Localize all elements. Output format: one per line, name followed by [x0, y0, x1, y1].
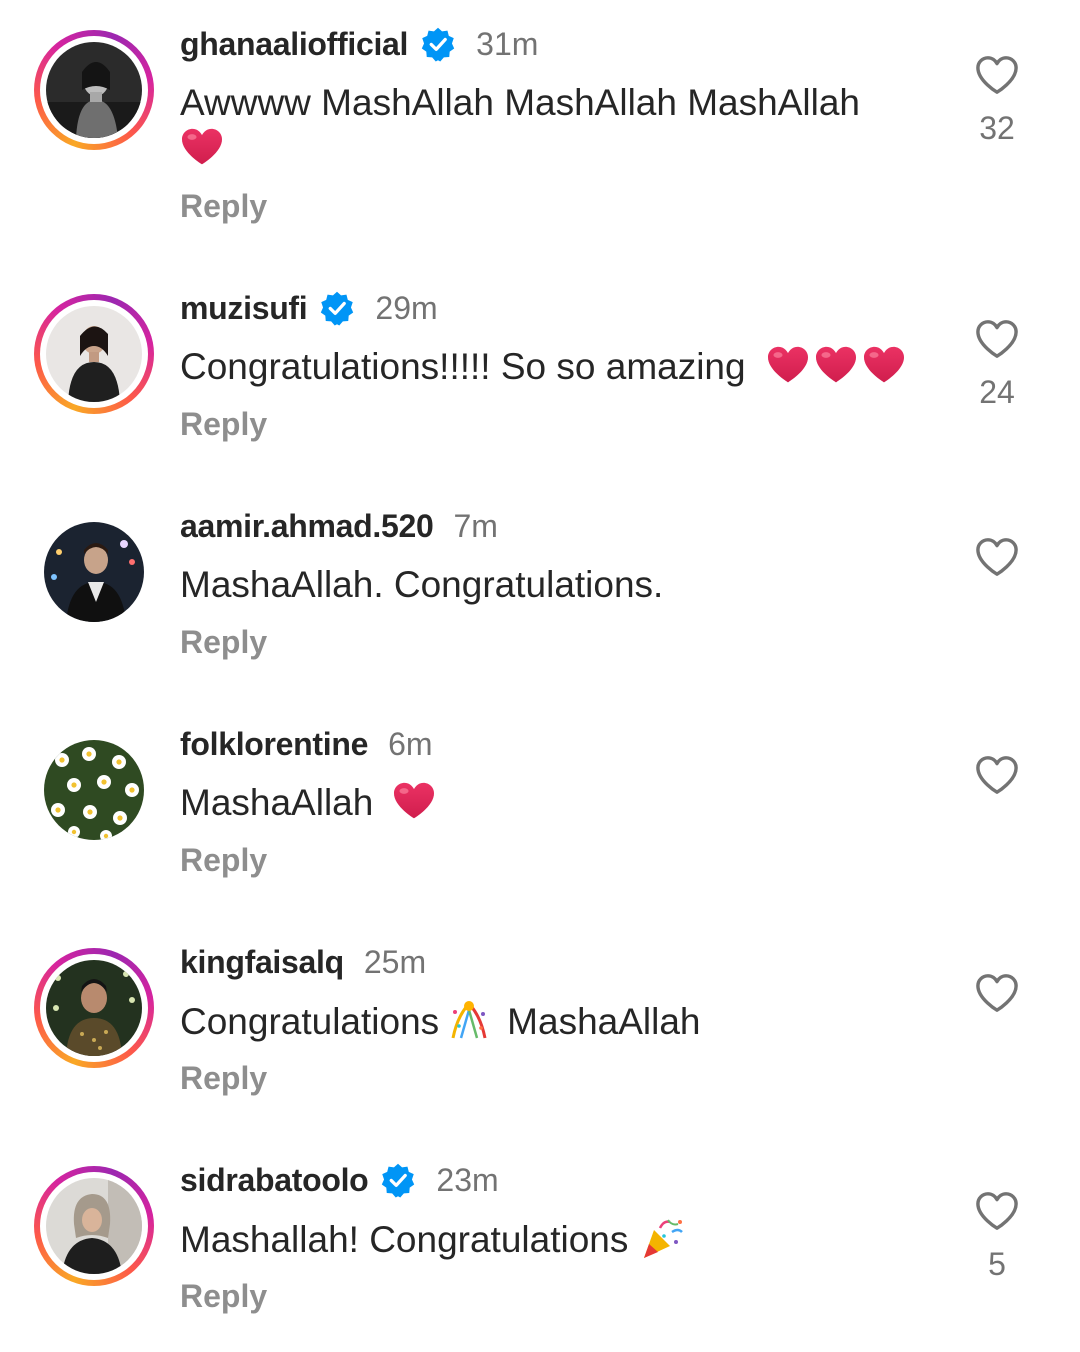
red-heart-emoji-icon — [862, 345, 906, 385]
like-heart-icon[interactable] — [974, 54, 1020, 96]
comment-text: Congratulations MashaAllah — [180, 998, 940, 1045]
timestamp: 6m — [388, 725, 433, 762]
username[interactable]: kingfaisalq — [180, 944, 344, 981]
avatar[interactable] — [34, 294, 154, 414]
like-count: 24 — [979, 374, 1015, 410]
timestamp: 31m — [476, 25, 539, 62]
like-count: 5 — [988, 1246, 1006, 1282]
reply-button[interactable]: Reply — [180, 1060, 267, 1097]
avatar[interactable] — [34, 30, 154, 150]
party-popper-emoji-icon — [644, 1219, 684, 1258]
comment-text: Congratulations!!!!! So so amazing — [180, 344, 960, 390]
timestamp: 29m — [375, 289, 438, 326]
like-heart-icon[interactable] — [974, 1190, 1020, 1232]
like-heart-icon[interactable] — [974, 972, 1020, 1014]
red-heart-emoji-icon — [392, 781, 436, 821]
like-heart-icon[interactable] — [974, 754, 1020, 796]
like-heart-icon[interactable] — [974, 536, 1020, 578]
red-heart-emoji-icon — [180, 127, 224, 167]
confetti-ball-emoji-icon — [451, 1001, 487, 1039]
verified-badge-icon — [380, 1162, 416, 1198]
like-count: 32 — [979, 110, 1015, 146]
username[interactable]: folklorentine — [180, 726, 368, 763]
reply-button[interactable]: Reply — [180, 406, 267, 443]
username[interactable]: aamir.ahmad.520 — [180, 508, 434, 545]
reply-button[interactable]: Reply — [180, 1278, 267, 1315]
username[interactable]: sidrabatoolo — [180, 1162, 369, 1199]
username[interactable]: muzisufi — [180, 290, 308, 327]
avatar[interactable] — [34, 948, 154, 1068]
like-heart-icon[interactable] — [974, 318, 1020, 360]
avatar[interactable] — [34, 512, 154, 632]
comment-text: MashaAllah. Congratulations. — [180, 564, 664, 605]
comment-text: MashaAllah — [180, 780, 940, 826]
avatar[interactable] — [34, 730, 154, 850]
red-heart-emoji-icon — [766, 345, 810, 385]
verified-badge-icon — [319, 290, 355, 326]
red-heart-emoji-icon — [814, 345, 858, 385]
comment-text: Mashallah! Congratulations — [180, 1216, 940, 1263]
username[interactable]: ghanaaliofficial — [180, 26, 408, 63]
timestamp: 7m — [453, 507, 498, 544]
avatar[interactable] — [34, 1166, 154, 1286]
timestamp: 25m — [363, 943, 427, 980]
reply-button[interactable]: Reply — [180, 188, 267, 225]
reply-button[interactable]: Reply — [180, 624, 267, 661]
reply-button[interactable]: Reply — [180, 842, 267, 879]
timestamp: 23m — [436, 1161, 499, 1198]
comment-text: Awwww MashAllah MashAllah MashAllah — [180, 80, 940, 172]
verified-badge-icon — [420, 26, 456, 62]
